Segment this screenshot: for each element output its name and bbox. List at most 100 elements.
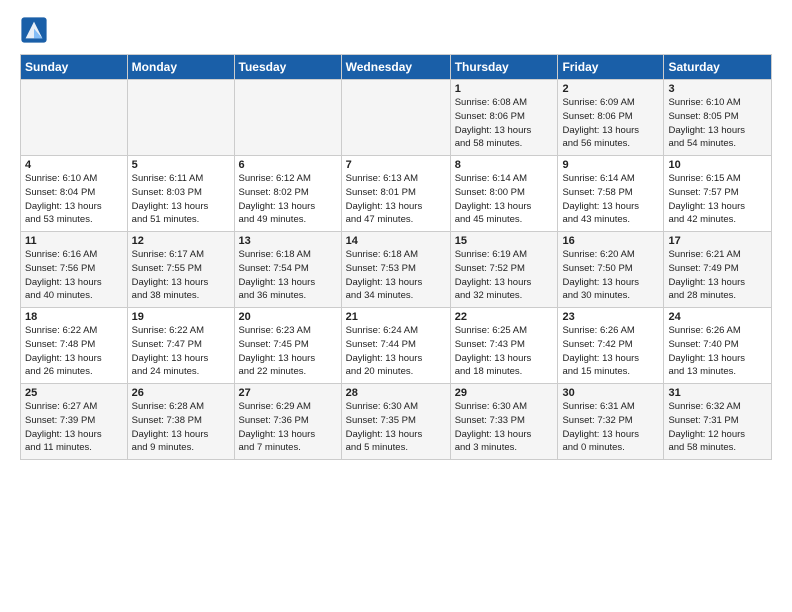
day-of-week-header: Friday xyxy=(558,55,664,80)
day-info: Sunrise: 6:14 AM Sunset: 8:00 PM Dayligh… xyxy=(455,172,554,227)
day-number: 5 xyxy=(132,159,230,171)
calendar-cell: 8Sunrise: 6:14 AM Sunset: 8:00 PM Daylig… xyxy=(450,156,558,232)
day-of-week-header: Tuesday xyxy=(234,55,341,80)
day-info: Sunrise: 6:30 AM Sunset: 7:35 PM Dayligh… xyxy=(346,400,446,455)
calendar-cell: 29Sunrise: 6:30 AM Sunset: 7:33 PM Dayli… xyxy=(450,384,558,460)
day-info: Sunrise: 6:28 AM Sunset: 7:38 PM Dayligh… xyxy=(132,400,230,455)
day-number: 23 xyxy=(562,311,659,323)
calendar-header-row: SundayMondayTuesdayWednesdayThursdayFrid… xyxy=(21,55,772,80)
day-number: 29 xyxy=(455,387,554,399)
calendar-cell: 7Sunrise: 6:13 AM Sunset: 8:01 PM Daylig… xyxy=(341,156,450,232)
day-info: Sunrise: 6:23 AM Sunset: 7:45 PM Dayligh… xyxy=(239,324,337,379)
calendar-cell: 28Sunrise: 6:30 AM Sunset: 7:35 PM Dayli… xyxy=(341,384,450,460)
day-info: Sunrise: 6:11 AM Sunset: 8:03 PM Dayligh… xyxy=(132,172,230,227)
calendar-cell: 15Sunrise: 6:19 AM Sunset: 7:52 PM Dayli… xyxy=(450,232,558,308)
calendar-cell: 27Sunrise: 6:29 AM Sunset: 7:36 PM Dayli… xyxy=(234,384,341,460)
calendar-cell: 19Sunrise: 6:22 AM Sunset: 7:47 PM Dayli… xyxy=(127,308,234,384)
calendar-cell: 31Sunrise: 6:32 AM Sunset: 7:31 PM Dayli… xyxy=(664,384,772,460)
day-info: Sunrise: 6:24 AM Sunset: 7:44 PM Dayligh… xyxy=(346,324,446,379)
calendar-cell: 2Sunrise: 6:09 AM Sunset: 8:06 PM Daylig… xyxy=(558,80,664,156)
day-number: 4 xyxy=(25,159,123,171)
calendar-cell: 14Sunrise: 6:18 AM Sunset: 7:53 PM Dayli… xyxy=(341,232,450,308)
day-number: 9 xyxy=(562,159,659,171)
calendar-cell: 6Sunrise: 6:12 AM Sunset: 8:02 PM Daylig… xyxy=(234,156,341,232)
day-info: Sunrise: 6:22 AM Sunset: 7:47 PM Dayligh… xyxy=(132,324,230,379)
day-number: 11 xyxy=(25,235,123,247)
day-number: 30 xyxy=(562,387,659,399)
calendar-cell: 9Sunrise: 6:14 AM Sunset: 7:58 PM Daylig… xyxy=(558,156,664,232)
day-info: Sunrise: 6:13 AM Sunset: 8:01 PM Dayligh… xyxy=(346,172,446,227)
day-number: 10 xyxy=(668,159,767,171)
calendar-week-row: 18Sunrise: 6:22 AM Sunset: 7:48 PM Dayli… xyxy=(21,308,772,384)
day-number: 28 xyxy=(346,387,446,399)
day-number: 14 xyxy=(346,235,446,247)
day-info: Sunrise: 6:09 AM Sunset: 8:06 PM Dayligh… xyxy=(562,96,659,151)
day-number: 16 xyxy=(562,235,659,247)
day-info: Sunrise: 6:26 AM Sunset: 7:40 PM Dayligh… xyxy=(668,324,767,379)
page: SundayMondayTuesdayWednesdayThursdayFrid… xyxy=(0,0,792,470)
calendar-cell: 11Sunrise: 6:16 AM Sunset: 7:56 PM Dayli… xyxy=(21,232,128,308)
day-number: 19 xyxy=(132,311,230,323)
day-number: 18 xyxy=(25,311,123,323)
day-info: Sunrise: 6:08 AM Sunset: 8:06 PM Dayligh… xyxy=(455,96,554,151)
calendar-cell: 13Sunrise: 6:18 AM Sunset: 7:54 PM Dayli… xyxy=(234,232,341,308)
day-info: Sunrise: 6:19 AM Sunset: 7:52 PM Dayligh… xyxy=(455,248,554,303)
day-info: Sunrise: 6:20 AM Sunset: 7:50 PM Dayligh… xyxy=(562,248,659,303)
calendar-cell: 4Sunrise: 6:10 AM Sunset: 8:04 PM Daylig… xyxy=(21,156,128,232)
day-number: 2 xyxy=(562,83,659,95)
day-number: 1 xyxy=(455,83,554,95)
day-number: 26 xyxy=(132,387,230,399)
calendar-cell xyxy=(341,80,450,156)
day-of-week-header: Sunday xyxy=(21,55,128,80)
logo-icon xyxy=(20,16,48,44)
calendar-cell: 16Sunrise: 6:20 AM Sunset: 7:50 PM Dayli… xyxy=(558,232,664,308)
day-of-week-header: Thursday xyxy=(450,55,558,80)
calendar-cell: 22Sunrise: 6:25 AM Sunset: 7:43 PM Dayli… xyxy=(450,308,558,384)
calendar-cell: 1Sunrise: 6:08 AM Sunset: 8:06 PM Daylig… xyxy=(450,80,558,156)
day-number: 27 xyxy=(239,387,337,399)
day-number: 21 xyxy=(346,311,446,323)
day-number: 25 xyxy=(25,387,123,399)
day-info: Sunrise: 6:15 AM Sunset: 7:57 PM Dayligh… xyxy=(668,172,767,227)
day-number: 12 xyxy=(132,235,230,247)
calendar-week-row: 25Sunrise: 6:27 AM Sunset: 7:39 PM Dayli… xyxy=(21,384,772,460)
day-number: 31 xyxy=(668,387,767,399)
calendar-cell: 23Sunrise: 6:26 AM Sunset: 7:42 PM Dayli… xyxy=(558,308,664,384)
calendar-week-row: 11Sunrise: 6:16 AM Sunset: 7:56 PM Dayli… xyxy=(21,232,772,308)
logo xyxy=(20,16,52,44)
calendar-week-row: 1Sunrise: 6:08 AM Sunset: 8:06 PM Daylig… xyxy=(21,80,772,156)
calendar-cell: 20Sunrise: 6:23 AM Sunset: 7:45 PM Dayli… xyxy=(234,308,341,384)
day-info: Sunrise: 6:31 AM Sunset: 7:32 PM Dayligh… xyxy=(562,400,659,455)
calendar-cell: 10Sunrise: 6:15 AM Sunset: 7:57 PM Dayli… xyxy=(664,156,772,232)
day-of-week-header: Monday xyxy=(127,55,234,80)
day-info: Sunrise: 6:22 AM Sunset: 7:48 PM Dayligh… xyxy=(25,324,123,379)
calendar-cell: 12Sunrise: 6:17 AM Sunset: 7:55 PM Dayli… xyxy=(127,232,234,308)
calendar-cell: 18Sunrise: 6:22 AM Sunset: 7:48 PM Dayli… xyxy=(21,308,128,384)
header xyxy=(20,16,772,44)
day-info: Sunrise: 6:10 AM Sunset: 8:05 PM Dayligh… xyxy=(668,96,767,151)
day-info: Sunrise: 6:16 AM Sunset: 7:56 PM Dayligh… xyxy=(25,248,123,303)
day-info: Sunrise: 6:18 AM Sunset: 7:54 PM Dayligh… xyxy=(239,248,337,303)
day-info: Sunrise: 6:32 AM Sunset: 7:31 PM Dayligh… xyxy=(668,400,767,455)
day-number: 13 xyxy=(239,235,337,247)
day-number: 22 xyxy=(455,311,554,323)
day-info: Sunrise: 6:12 AM Sunset: 8:02 PM Dayligh… xyxy=(239,172,337,227)
day-number: 20 xyxy=(239,311,337,323)
day-number: 15 xyxy=(455,235,554,247)
day-info: Sunrise: 6:25 AM Sunset: 7:43 PM Dayligh… xyxy=(455,324,554,379)
day-of-week-header: Wednesday xyxy=(341,55,450,80)
calendar-cell: 17Sunrise: 6:21 AM Sunset: 7:49 PM Dayli… xyxy=(664,232,772,308)
day-number: 17 xyxy=(668,235,767,247)
calendar-cell xyxy=(234,80,341,156)
day-info: Sunrise: 6:18 AM Sunset: 7:53 PM Dayligh… xyxy=(346,248,446,303)
day-info: Sunrise: 6:30 AM Sunset: 7:33 PM Dayligh… xyxy=(455,400,554,455)
day-number: 6 xyxy=(239,159,337,171)
day-info: Sunrise: 6:17 AM Sunset: 7:55 PM Dayligh… xyxy=(132,248,230,303)
day-info: Sunrise: 6:14 AM Sunset: 7:58 PM Dayligh… xyxy=(562,172,659,227)
calendar-table: SundayMondayTuesdayWednesdayThursdayFrid… xyxy=(20,54,772,460)
day-number: 8 xyxy=(455,159,554,171)
day-info: Sunrise: 6:26 AM Sunset: 7:42 PM Dayligh… xyxy=(562,324,659,379)
day-info: Sunrise: 6:10 AM Sunset: 8:04 PM Dayligh… xyxy=(25,172,123,227)
calendar-cell: 25Sunrise: 6:27 AM Sunset: 7:39 PM Dayli… xyxy=(21,384,128,460)
day-number: 7 xyxy=(346,159,446,171)
